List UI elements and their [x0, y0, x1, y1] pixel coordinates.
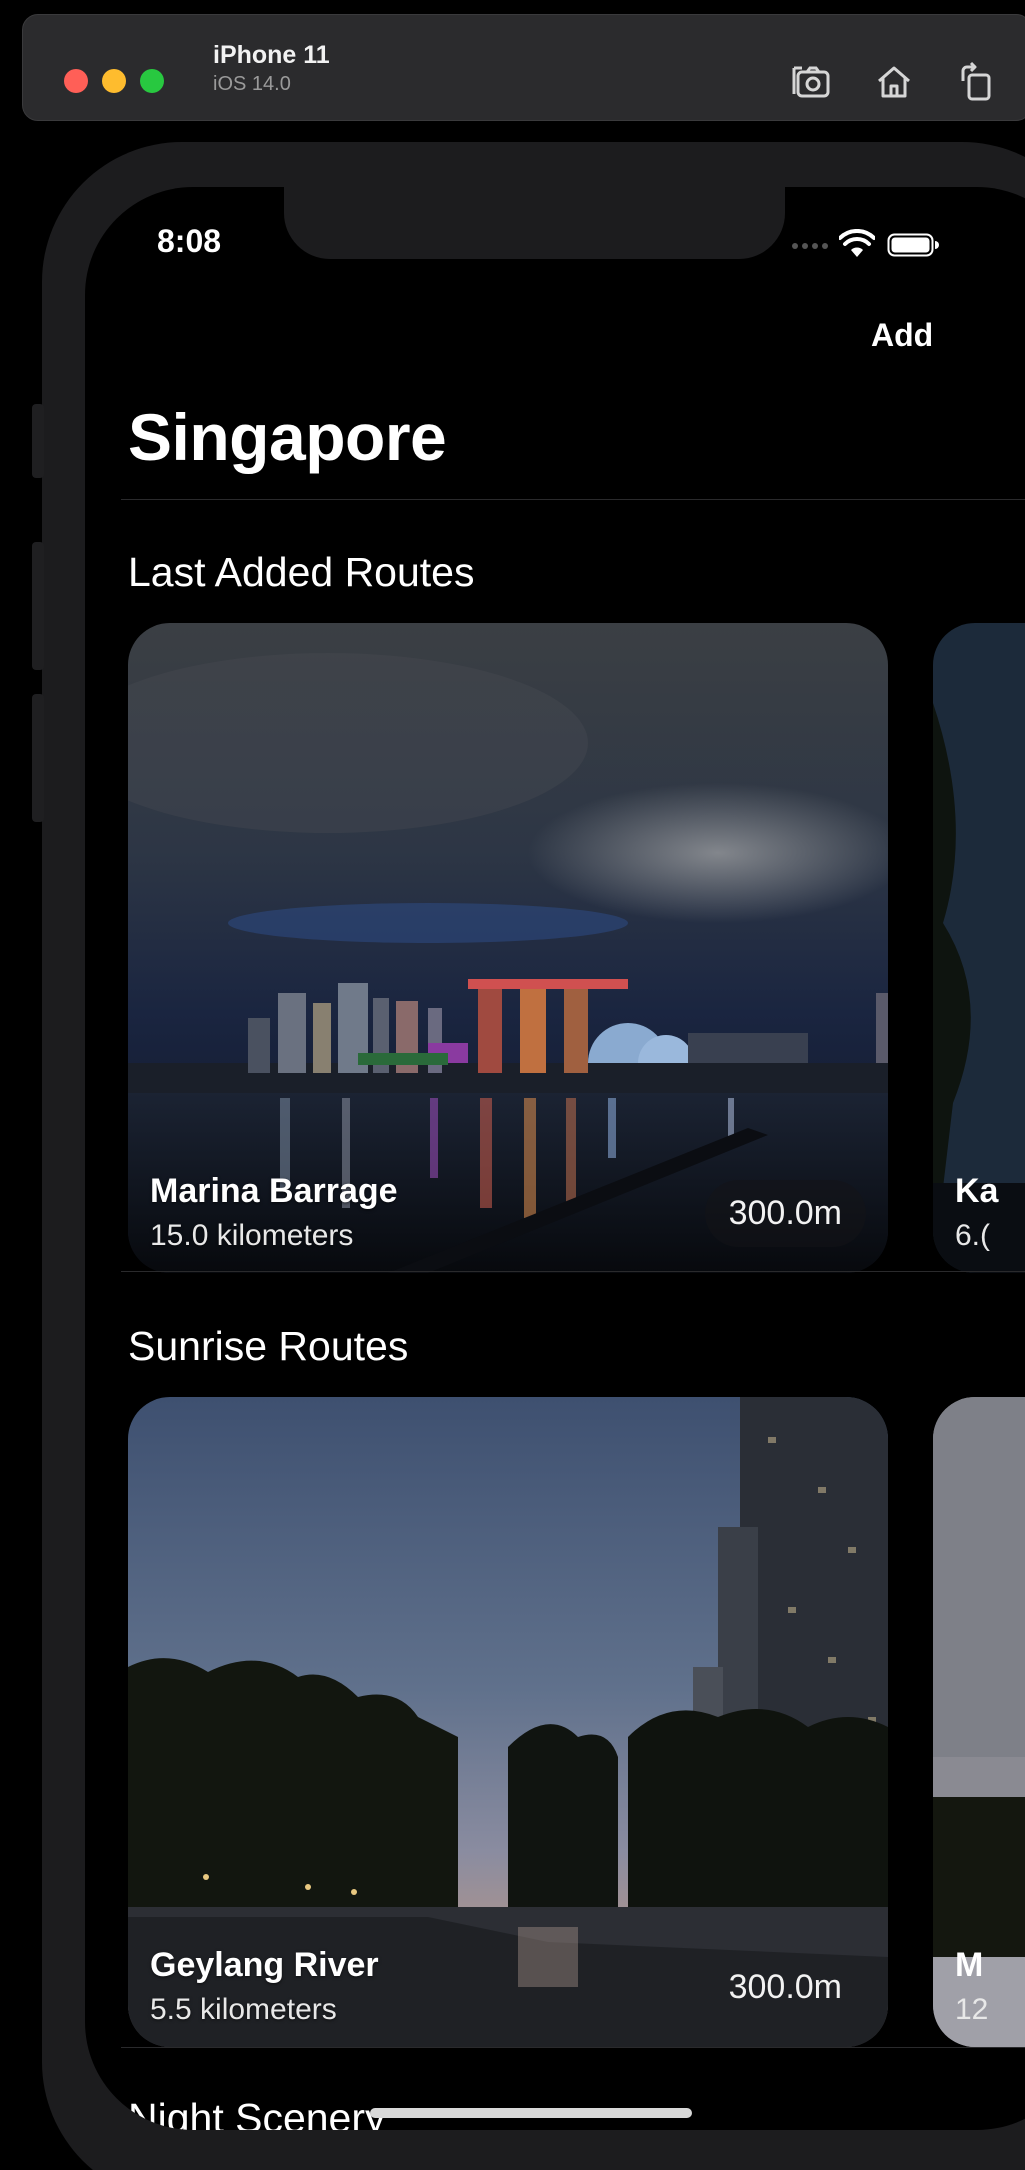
os-version: iOS 14.0 [213, 73, 291, 95]
page-title: Singapore [128, 400, 447, 474]
silent-switch [32, 404, 44, 478]
route-name: Geylang River [150, 1946, 379, 1984]
route-card-geylang-river[interactable]: Geylang River 5.5 kilometers 300.0m [128, 1397, 888, 2047]
section-title-sunrise: Sunrise Routes [128, 1323, 409, 1369]
route-card-peek[interactable]: Ka 6.( [933, 623, 1025, 1273]
home-indicator[interactable] [370, 2108, 692, 2118]
route-card-marina-barrage[interactable]: Marina Barrage 15.0 kilometers 300.0m [128, 623, 888, 1273]
volume-up-button [32, 542, 44, 670]
zoom-window-button[interactable] [140, 69, 164, 93]
route-distance-badge: 300.0m [728, 1968, 842, 2006]
simulator-window: iPhone 11 iOS 14.0 8:08 Add Singapore La… [0, 0, 1025, 2170]
rotate-icon[interactable] [953, 59, 999, 105]
wifi-icon [839, 229, 875, 257]
cellular-icon [792, 243, 828, 249]
route-card-peek[interactable]: M 12 [933, 1397, 1025, 2047]
route-name: M [955, 1946, 984, 1984]
phone-screen: 8:08 Add Singapore Last Added Routes Mar… [85, 187, 1025, 2130]
route-distance: 5.5 kilometers [150, 1993, 337, 2026]
device-name: iPhone 11 [213, 41, 330, 69]
route-distance: 6.( [955, 1219, 991, 1252]
simulator-title-bar: iPhone 11 iOS 14.0 [22, 14, 1025, 121]
route-distance: 12 [955, 1993, 989, 2026]
route-distance: 15.0 kilometers [150, 1219, 354, 1252]
divider [121, 2047, 1025, 2048]
section-title-night-scenery: Night Scenery [128, 2095, 386, 2130]
status-time: 8:08 [157, 223, 222, 259]
notch [284, 187, 785, 259]
minimize-window-button[interactable] [102, 69, 126, 93]
add-button[interactable]: Add [871, 317, 933, 354]
route-name: Marina Barrage [150, 1172, 398, 1210]
volume-down-button [32, 694, 44, 822]
home-icon[interactable] [871, 59, 917, 105]
battery-icon [887, 233, 939, 257]
route-distance-badge: 300.0m [704, 1180, 866, 1247]
divider [121, 1271, 1025, 1272]
screenshot-icon[interactable] [789, 59, 835, 105]
section-title-last-added: Last Added Routes [128, 549, 475, 595]
close-window-button[interactable] [64, 69, 88, 93]
divider [121, 499, 1025, 500]
route-name: Ka [955, 1172, 999, 1210]
